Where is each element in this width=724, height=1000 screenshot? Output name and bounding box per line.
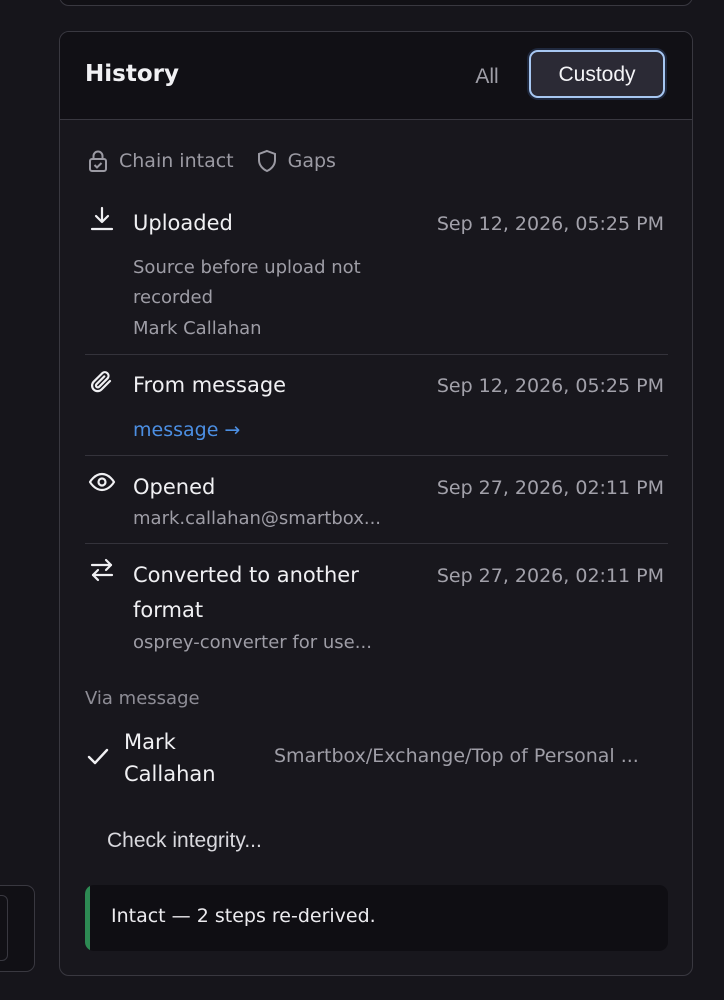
download-icon — [90, 206, 114, 231]
history-panel: History All Custody Chain intact Gaps Up… — [59, 31, 693, 976]
event-time: Sep 12, 2026, 05:25 PM — [436, 375, 664, 397]
event-uploaded: Uploaded Sep 12, 2026, 05:25 PM Source b… — [60, 202, 692, 354]
custody-filters: Chain intact Gaps — [87, 147, 358, 175]
event-time: Sep 27, 2026, 02:11 PM — [436, 565, 664, 587]
event-converted: Converted to another format Sep 27, 2026… — [60, 554, 692, 664]
event-detail: osprey-converter for use... — [133, 632, 372, 653]
event-title: Uploaded — [133, 211, 233, 235]
previous-card — [59, 0, 693, 6]
message-link[interactable]: message → — [133, 419, 240, 441]
divider — [85, 354, 668, 355]
event-detail: mark.callahan@smartbox... — [133, 508, 382, 529]
event-from-message: From message Sep 12, 2026, 05:25 PM mess… — [60, 364, 692, 454]
filter-label: Gaps — [287, 150, 336, 172]
filter-label: Chain intact — [119, 150, 234, 172]
eye-icon — [88, 472, 116, 492]
event-time: Sep 27, 2026, 02:11 PM — [436, 477, 664, 499]
divider — [85, 455, 668, 456]
integrity-result-text: Intact — 2 steps re-derived. — [111, 905, 376, 927]
side-panel-handle — [0, 895, 8, 961]
event-title: Converted to another format — [133, 563, 359, 622]
status-bar — [85, 885, 90, 951]
page: History All Custody Chain intact Gaps Up… — [0, 0, 724, 1000]
shield-icon — [257, 149, 276, 173]
divider — [85, 543, 668, 544]
filter-gaps[interactable]: Gaps — [256, 149, 336, 173]
swap-arrows-icon — [90, 558, 114, 582]
panel-title: History — [85, 61, 179, 87]
check-integrity-button[interactable]: Check integrity... — [88, 818, 308, 862]
via-path: Smartbox/Exchange/Top of Personal ... — [274, 745, 639, 767]
event-title: Opened — [133, 475, 216, 499]
event-actor: Mark Callahan — [133, 318, 262, 339]
event-title: From message — [133, 373, 287, 397]
tab-custody[interactable]: Custody — [529, 50, 665, 98]
tab-all[interactable]: All — [458, 54, 516, 98]
event-opened: Opened Sep 27, 2026, 02:11 PM mark.calla… — [60, 466, 692, 542]
via-message-row[interactable]: Mark Callahan Smartbox/Exchange/Top of P… — [60, 724, 692, 792]
panel-header: History All Custody — [60, 32, 692, 120]
check-icon — [87, 748, 109, 765]
paperclip-icon — [91, 371, 112, 393]
lock-icon — [89, 150, 107, 172]
integrity-result: Intact — 2 steps re-derived. — [85, 885, 668, 951]
filter-chain-intact[interactable]: Chain intact — [87, 149, 234, 173]
via-name: Mark Callahan — [124, 730, 216, 786]
event-detail: Source before upload not recorded — [133, 257, 361, 308]
event-time: Sep 12, 2026, 05:25 PM — [436, 213, 664, 235]
via-label: Via message — [85, 688, 200, 709]
